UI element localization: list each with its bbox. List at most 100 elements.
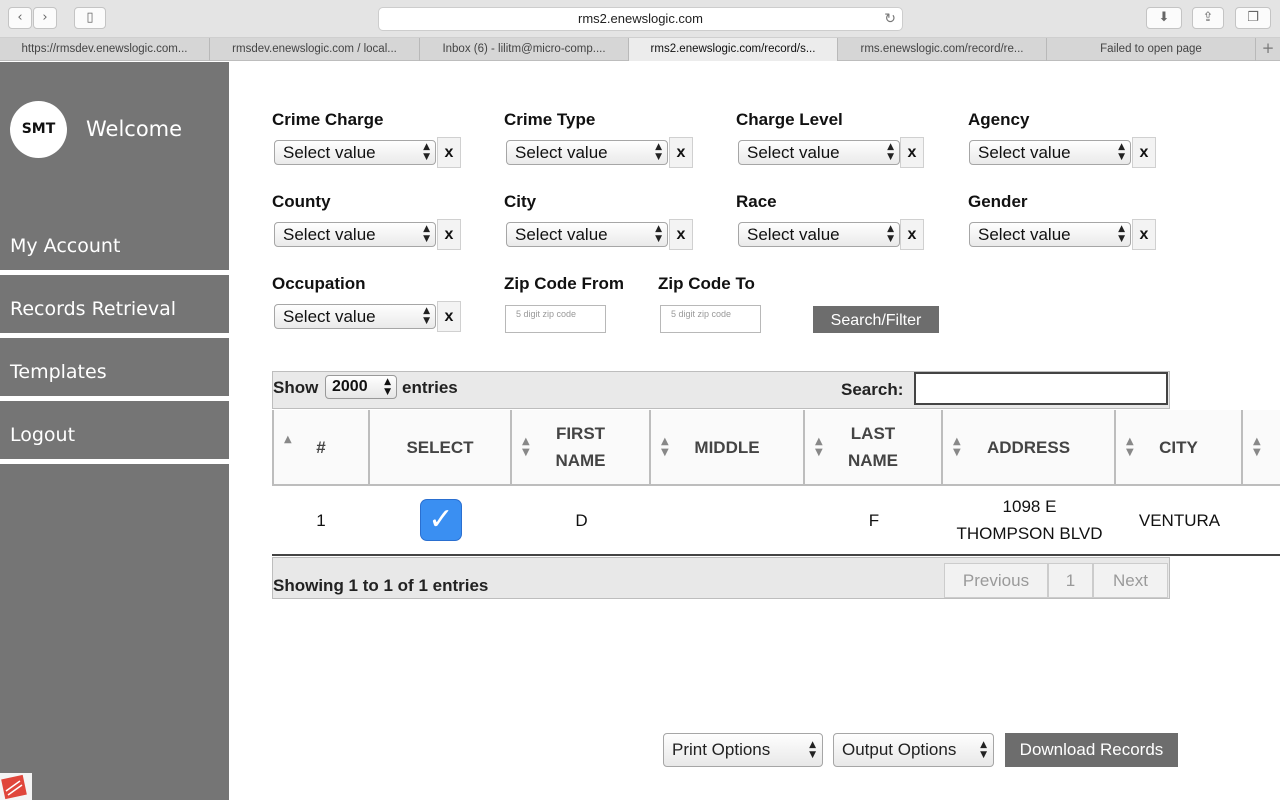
charge-level-label: Charge Level <box>736 110 843 129</box>
sidebar-item-logout[interactable]: Logout <box>0 408 229 464</box>
occupation-value: Select value <box>283 307 376 326</box>
charge-level-select[interactable]: Select value ▲ ▼ <box>738 140 900 165</box>
column-header-middle[interactable]: ▲ ▼ MIDDLE <box>651 410 805 486</box>
select-arrows-icon: ▲ ▼ <box>655 224 662 244</box>
browser-tab[interactable]: Failed to open page <box>1047 38 1256 61</box>
select-arrows-icon: ▲ ▼ <box>809 740 816 760</box>
occupation-select[interactable]: Select value ▲ ▼ <box>274 304 436 329</box>
race-select[interactable]: Select value ▲ ▼ <box>738 222 900 247</box>
column-label: FIRST NAME <box>555 424 606 470</box>
column-header-select: SELECT <box>370 410 512 486</box>
sidebar-toggle-icon[interactable]: ▯ <box>74 7 106 29</box>
column-header-first-name[interactable]: ▲ ▼ FIRST NAME <box>512 410 651 486</box>
column-header-more[interactable]: ▲ ▼ <box>1243 410 1280 486</box>
sort-icon: ▲ ▼ <box>953 436 961 458</box>
search-input[interactable] <box>914 372 1168 405</box>
crime-type-value: Select value <box>515 143 608 162</box>
sidebar-item-templates[interactable]: Templates <box>0 345 229 401</box>
reload-icon[interactable]: ↻ <box>884 8 896 30</box>
cell-middle <box>651 486 805 554</box>
gender-label: Gender <box>968 192 1028 211</box>
city-label: City <box>504 192 537 211</box>
downloads-icon[interactable]: ⬇ <box>1146 7 1182 29</box>
select-arrows-icon: ▲ ▼ <box>887 224 894 244</box>
county-clear-button[interactable]: x <box>437 219 461 250</box>
page-1-button[interactable]: 1 <box>1048 563 1093 598</box>
column-label: ADDRESS <box>986 437 1071 457</box>
url-bar[interactable]: rms2.enewslogic.com ↻ <box>378 7 903 31</box>
browser-tab[interactable]: rms.enewslogic.com/record/re... <box>838 38 1047 61</box>
select-arrows-icon: ▲ ▼ <box>423 306 430 326</box>
column-header-last-name[interactable]: ▲ ▼ LAST NAME <box>805 410 943 486</box>
welcome-text: Welcome <box>86 117 183 141</box>
agency-clear-button[interactable]: x <box>1132 137 1156 168</box>
race-clear-button[interactable]: x <box>900 219 924 250</box>
logo: SMT <box>10 101 67 158</box>
race-label: Race <box>736 192 777 211</box>
sidebar-item-records-retrieval[interactable]: Records Retrieval <box>0 282 229 338</box>
zip-to-label: Zip Code To <box>658 274 755 293</box>
next-button[interactable]: Next <box>1093 563 1168 598</box>
zip-from-label: Zip Code From <box>504 274 624 293</box>
print-options-value: Print Options <box>672 740 771 759</box>
table-info: Showing 1 to 1 of 1 entries <box>273 576 489 595</box>
print-options-select[interactable]: Print Options ▲ ▼ <box>663 733 823 767</box>
gender-select[interactable]: Select value ▲ ▼ <box>969 222 1131 247</box>
column-label: MIDDLE <box>694 437 760 457</box>
browser-tab[interactable]: https://rmsdev.enewslogic.com... <box>0 38 210 61</box>
city-value: Select value <box>515 225 608 244</box>
agency-select[interactable]: Select value ▲ ▼ <box>969 140 1131 165</box>
gender-value: Select value <box>978 225 1071 244</box>
column-label: SELECT <box>406 437 474 457</box>
forward-button[interactable]: › <box>33 7 57 29</box>
cell-first-name: D <box>575 510 588 530</box>
browser-tab-active[interactable]: rms2.enewslogic.com/record/s... <box>629 38 838 61</box>
browser-tab[interactable]: Inbox (6) - lilitm@micro-comp.... <box>420 38 629 61</box>
occupation-clear-button[interactable]: x <box>437 301 461 332</box>
city-select[interactable]: Select value ▲ ▼ <box>506 222 668 247</box>
city-clear-button[interactable]: x <box>669 219 693 250</box>
county-value: Select value <box>283 225 376 244</box>
race-value: Select value <box>747 225 840 244</box>
back-button[interactable]: ‹ <box>8 7 32 29</box>
new-tab-icon[interactable]: + <box>1256 38 1280 61</box>
browser-tab[interactable]: rmsdev.enewslogic.com / local... <box>210 38 420 61</box>
share-icon[interactable]: ⇪ <box>1192 7 1224 29</box>
row-select-checkbox[interactable]: ✓ <box>421 500 461 540</box>
crime-charge-select[interactable]: Select value ▲ ▼ <box>274 140 436 165</box>
crime-charge-clear-button[interactable]: x <box>437 137 461 168</box>
tab-bar: https://rmsdev.enewslogic.com... rmsdev.… <box>0 38 1280 61</box>
gender-clear-button[interactable]: x <box>1132 219 1156 250</box>
county-select[interactable]: Select value ▲ ▼ <box>274 222 436 247</box>
crime-type-select[interactable]: Select value ▲ ▼ <box>506 140 668 165</box>
crime-charge-label: Crime Charge <box>272 110 384 129</box>
output-options-value: Output Options <box>842 740 957 759</box>
column-header-number[interactable]: ▲ # <box>272 410 370 486</box>
previous-button[interactable]: Previous <box>944 563 1048 598</box>
crime-type-clear-button[interactable]: x <box>669 137 693 168</box>
select-arrows-icon: ▲ ▼ <box>384 377 391 397</box>
zip-to-input[interactable]: 5 digit zip code <box>660 305 761 333</box>
sidebar-item-my-account[interactable]: My Account <box>0 219 229 275</box>
column-label: LAST NAME <box>847 424 899 470</box>
output-options-select[interactable]: Output Options ▲ ▼ <box>833 733 994 767</box>
column-header-city[interactable]: ▲ ▼ CITY <box>1116 410 1243 486</box>
sort-icon: ▲ ▼ <box>522 436 530 458</box>
download-records-button[interactable]: Download Records <box>1005 733 1178 767</box>
zip-from-input[interactable]: 5 digit zip code <box>505 305 606 333</box>
column-header-address[interactable]: ▲ ▼ ADDRESS <box>943 410 1116 486</box>
cell-address: 1098 E THOMPSON BLVD <box>956 497 1103 543</box>
search-filter-button[interactable]: Search/Filter <box>813 306 939 333</box>
app-corner-icon <box>0 773 32 800</box>
charge-level-clear-button[interactable]: x <box>900 137 924 168</box>
agency-value: Select value <box>978 143 1071 162</box>
charge-level-value: Select value <box>747 143 840 162</box>
agency-label: Agency <box>968 110 1030 129</box>
sort-asc-icon: ▲ <box>284 434 292 445</box>
cell-select: ✓ <box>370 486 512 554</box>
select-arrows-icon: ▲ ▼ <box>423 224 430 244</box>
tabs-overview-icon[interactable]: ❐ <box>1235 7 1271 29</box>
entries-select[interactable]: 2000 ▲ ▼ <box>325 375 397 399</box>
row-divider <box>272 554 1280 556</box>
entries-value: 2000 <box>332 378 368 395</box>
